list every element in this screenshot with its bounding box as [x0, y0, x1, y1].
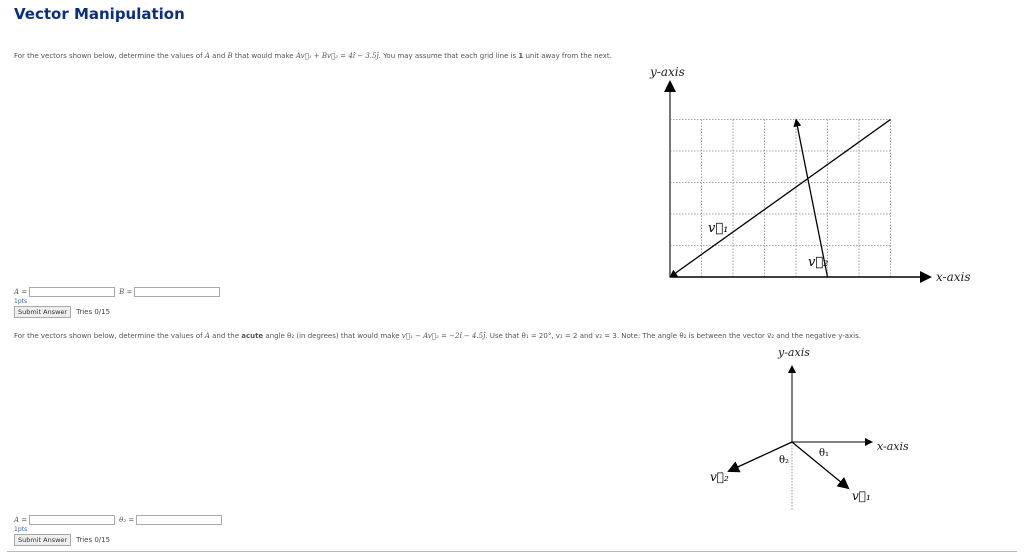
problem1-text-part: unit away from the next. — [523, 52, 612, 60]
input-a[interactable] — [29, 287, 116, 297]
input-b[interactable] — [134, 287, 221, 297]
input-theta2-label: θ₂ = — [119, 516, 135, 524]
input-a-label: A = — [14, 516, 28, 524]
input-b-label: B = — [119, 288, 133, 296]
points-label: 1pts — [14, 298, 28, 305]
problem2-text-part: For the vectors shown below, determine t… — [14, 332, 205, 340]
problem1-text-part: and — [209, 52, 228, 60]
y-axis-label: y-axis — [649, 65, 685, 79]
tries-counter: Tries 0/15 — [76, 536, 111, 544]
tries-counter: Tries 0/15 — [76, 308, 111, 316]
v2-label: v⃗₂ — [710, 470, 729, 484]
problem2-equation: v⃗₁ − Av⃗₂ = −2î − 4.5ĵ — [401, 332, 486, 340]
x-axis-label: x-axis — [936, 270, 971, 284]
problem1-equation: Av⃗₁ + Bv⃗₂ = 4î − 3.5ĵ — [295, 52, 379, 60]
input-a-label: A = — [14, 288, 28, 296]
problem1-diagram: y-axis x-axis v⃗₁ v⃗₂ — [649, 65, 971, 284]
theta1-label: θ₁ — [819, 448, 829, 459]
problem2-answer-row: A = θ₂ = — [14, 515, 226, 525]
problem1-text-part: that would make — [232, 52, 296, 60]
problem2-text: For the vectors shown below, determine t… — [14, 332, 861, 340]
points-label: 1pts — [14, 526, 28, 533]
divider — [7, 551, 1017, 552]
problem1-submit-row: Submit Answer Tries 0/15 — [14, 306, 110, 318]
problem2-text-part: . Use that θ₁ = 20°, v₁ = 2 and v₂ = 3. … — [485, 332, 861, 340]
problem1-text: For the vectors shown below, determine t… — [14, 52, 612, 60]
problem1-text-part: . You may assume that each grid line is — [378, 52, 519, 60]
submit-answer-button[interactable]: Submit Answer — [14, 306, 72, 318]
problem2-text-part: and the — [209, 332, 242, 340]
x-axis-label: x-axis — [877, 440, 909, 453]
problem2-diagram: y-axis x-axis θ₁ θ₂ v⃗₁ v⃗₂ — [710, 346, 909, 510]
input-theta2[interactable] — [136, 515, 223, 525]
problem2-text-part: angle θ₂ (in degrees) that would make — [263, 332, 402, 340]
v1-label: v⃗₁ — [708, 221, 728, 236]
theta2-label: θ₂ — [779, 455, 789, 466]
page-title: Vector Manipulation — [14, 5, 185, 23]
bold-acute: acute — [241, 332, 264, 340]
submit-answer-button[interactable]: Submit Answer — [14, 534, 72, 546]
problem2-submit-row: Submit Answer Tries 0/15 — [14, 534, 110, 546]
vector-v2 — [793, 118, 829, 278]
problem1-text-part: For the vectors shown below, determine t… — [14, 52, 205, 60]
vector-v1 — [669, 118, 891, 278]
v2-label: v⃗₂ — [808, 255, 828, 270]
problem1-answer-row: A = B = — [14, 287, 224, 297]
v1-label: v⃗₁ — [852, 489, 871, 503]
y-axis-label: y-axis — [777, 346, 810, 359]
input-a[interactable] — [29, 515, 116, 525]
